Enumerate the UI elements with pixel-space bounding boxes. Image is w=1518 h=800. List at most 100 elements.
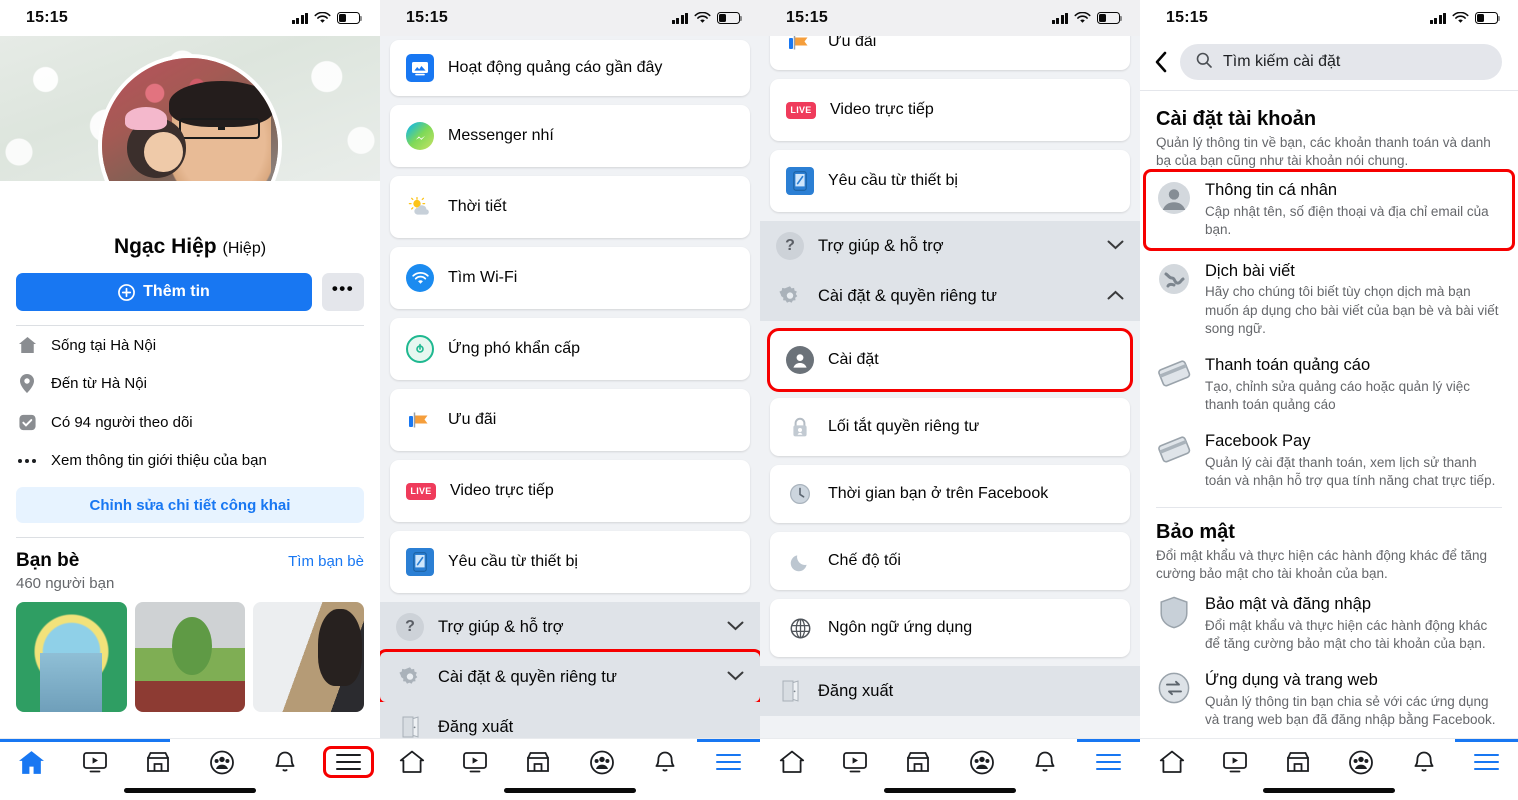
menu-item-weather[interactable]: Thời tiết	[390, 176, 750, 238]
nav-home-button[interactable]	[1140, 750, 1203, 774]
live-video-icon: LIVE	[406, 482, 436, 500]
friend-photo[interactable]	[253, 602, 365, 712]
nav-watch-button[interactable]	[63, 750, 126, 774]
menu-item-label: Yêu cầu từ thiết bị	[448, 553, 578, 570]
menu-item-find-wifi[interactable]: Tìm Wi-Fi	[390, 247, 750, 309]
menu-item-emergency[interactable]: Ứng phó khẩn cấp	[390, 318, 750, 380]
groups-icon	[209, 750, 234, 774]
nav-marketplace-button[interactable]	[127, 750, 190, 774]
hamburger-menu-icon[interactable]	[322, 746, 374, 778]
search-input-value: Tìm kiếm cài đặt	[1223, 53, 1341, 70]
menu-section-settings-privacy[interactable]: Cài đặt & quyền riêng tư	[760, 271, 1140, 321]
wifi-icon	[694, 12, 711, 23]
settings-list[interactable]: Cài đặt tài khoản Quản lý thông tin về b…	[1140, 97, 1518, 738]
settings-item-text: Dịch bài viết Hãy cho chúng tôi biết tùy…	[1205, 261, 1502, 338]
settings-item-apps-websites[interactable]: Ứng dụng và trang web Quản lý thông tin …	[1140, 659, 1518, 735]
settings-item-title: Thanh toán quảng cáo	[1205, 356, 1371, 375]
help-icon: ?	[396, 613, 424, 641]
settings-item-ad-payments[interactable]: Thanh toán quảng cáo Tạo, chỉnh sửa quản…	[1140, 344, 1518, 420]
menu-section-label: Cài đặt & quyền riêng tư	[818, 286, 997, 305]
bell-icon	[1414, 751, 1433, 771]
list-item[interactable]: Sống tại Hà Nội	[0, 326, 380, 364]
ellipsis-icon	[16, 458, 38, 464]
settings-item-translate-posts[interactable]: Dịch bài viết Hãy cho chúng tôi biết tùy…	[1140, 250, 1518, 344]
friends-count: 460 người bạn	[16, 575, 115, 592]
submenu-item-privacy-shortcuts[interactable]: Lối tắt quyền riêng tư	[770, 398, 1130, 456]
settings-person-icon	[786, 346, 814, 374]
more-options-button[interactable]: •••	[322, 273, 364, 311]
nav-notifications-button[interactable]	[1392, 750, 1455, 775]
nav-notifications-button[interactable]	[253, 750, 316, 775]
list-item[interactable]: Xem thông tin giới thiệu của bạn	[0, 442, 380, 479]
friends-photo-grid	[0, 592, 380, 712]
submenu-item-app-language[interactable]: Ngôn ngữ ứng dụng	[770, 599, 1130, 657]
panel-settings: 15:15 Tìm kiếm cài đặt Cài đặt tài khoản…	[1140, 0, 1518, 800]
friend-photo[interactable]	[16, 602, 127, 712]
nav-notifications-button[interactable]	[1013, 750, 1076, 775]
submenu-item-dark-mode[interactable]: Chế độ tối	[770, 532, 1130, 590]
bell-icon	[1035, 751, 1055, 771]
list-item[interactable]: Có 94 người theo dõi	[0, 403, 380, 442]
person-avatar-icon	[1156, 180, 1192, 216]
status-bar: 15:15	[1140, 0, 1518, 36]
nav-marketplace-button[interactable]	[1266, 750, 1329, 774]
friend-photo[interactable]	[134, 602, 246, 712]
menu-item-live-video[interactable]: LIVE Video trực tiếp	[390, 460, 750, 522]
menu-item-messenger-kids[interactable]: Messenger nhí	[390, 105, 750, 167]
chevron-left-icon[interactable]	[1154, 51, 1168, 73]
nav-home-button[interactable]	[0, 750, 63, 775]
menu-section-help[interactable]: ? Trợ giúp & hỗ trợ	[760, 221, 1140, 271]
nav-menu-button[interactable]	[1077, 753, 1140, 771]
nav-marketplace-button[interactable]	[507, 750, 570, 774]
nav-home-button[interactable]	[380, 750, 443, 774]
nav-menu-button[interactable]	[1455, 753, 1518, 771]
list-item-label: Đến từ Hà Nội	[51, 375, 147, 392]
nav-groups-button[interactable]	[950, 750, 1013, 775]
nav-watch-button[interactable]	[1203, 750, 1266, 774]
nav-watch-button[interactable]	[823, 750, 886, 774]
help-icon: ?	[776, 232, 804, 260]
find-friends-link[interactable]: Tìm bạn bè	[288, 553, 364, 570]
settings-item-text: Ứng dụng và trang web Quản lý thông tin …	[1205, 670, 1502, 729]
status-time: 15:15	[26, 9, 68, 26]
menu-list[interactable]: Hoạt động quảng cáo gần đây Messenger nh…	[380, 36, 760, 738]
nav-marketplace-button[interactable]	[887, 750, 950, 774]
menu-item-device-request[interactable]: Yêu cầu từ thiết bị	[390, 531, 750, 593]
menu-list[interactable]: Ưu đãi LIVE Video trực tiếp Yêu cầu từ t…	[760, 36, 1140, 738]
submenu-item-settings[interactable]: Cài đặt	[767, 328, 1133, 392]
menu-item-label: Hoạt động quảng cáo gần đây	[448, 59, 663, 76]
cellular-signal-icon	[1051, 12, 1068, 24]
nav-notifications-button[interactable]	[633, 750, 696, 775]
marketplace-icon	[1286, 752, 1309, 772]
settings-item-facebook-pay[interactable]: Facebook Pay Quản lý cài đặt thanh toán,…	[1140, 420, 1518, 496]
menu-item-live-video[interactable]: LIVE Video trực tiếp	[770, 79, 1130, 141]
nav-groups-button[interactable]	[570, 750, 633, 775]
search-input[interactable]: Tìm kiếm cài đặt	[1180, 44, 1502, 80]
menu-section-help[interactable]: ? Trợ giúp & hỗ trợ	[380, 602, 760, 652]
menu-item-device-request[interactable]: Yêu cầu từ thiết bị	[770, 150, 1130, 212]
logout-door-icon	[396, 713, 424, 738]
status-indicators	[1429, 12, 1501, 24]
menu-item-logout[interactable]: Đăng xuất	[380, 702, 760, 738]
menu-item-offers[interactable]: Ưu đãi	[390, 389, 750, 451]
settings-item-personal-info[interactable]: Thông tin cá nhân Cập nhật tên, số điện …	[1143, 169, 1515, 251]
menu-item-logout[interactable]: Đăng xuất	[760, 666, 1140, 716]
menu-item-ad-activity[interactable]: Hoạt động quảng cáo gần đây	[390, 40, 750, 96]
nav-groups-button[interactable]	[1329, 750, 1392, 775]
avatar[interactable]	[98, 54, 282, 181]
nav-menu-button[interactable]	[317, 746, 380, 778]
menu-section-settings-privacy[interactable]: Cài đặt & quyền riêng tư	[380, 649, 760, 705]
nav-menu-button[interactable]	[697, 753, 760, 771]
nav-home-button[interactable]	[760, 750, 823, 774]
settings-item-security-login[interactable]: Bảo mật và đăng nhập Đổi mật khẩu và thự…	[1140, 583, 1518, 659]
submenu-item-label: Cài đặt	[828, 351, 879, 368]
submenu-item-time-on-facebook[interactable]: Thời gian bạn ở trên Facebook	[770, 465, 1130, 523]
nav-watch-button[interactable]	[443, 750, 506, 774]
nav-groups-button[interactable]	[190, 750, 253, 775]
list-item[interactable]: Đến từ Hà Nội	[0, 364, 380, 403]
add-story-button[interactable]: Thêm tin	[16, 273, 312, 311]
cover-photo[interactable]	[0, 36, 380, 181]
home-icon	[19, 750, 45, 774]
edit-public-details-button[interactable]: Chỉnh sửa chi tiết công khai	[16, 487, 364, 523]
menu-item-offers[interactable]: Ưu đãi	[770, 36, 1130, 70]
